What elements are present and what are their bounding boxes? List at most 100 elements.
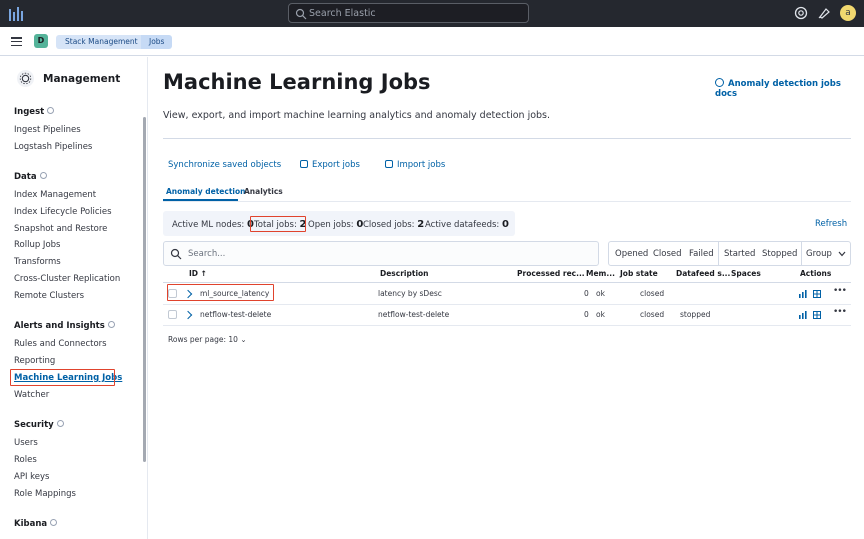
sidebar-item-api-keys[interactable]: API keys bbox=[14, 472, 49, 482]
info-icon bbox=[47, 107, 55, 114]
row-checkbox[interactable] bbox=[168, 310, 177, 319]
lifebuoy-icon bbox=[715, 78, 724, 87]
tab-anomaly-detection[interactable]: Anomaly detection bbox=[166, 187, 245, 196]
sidebar-item-snapshot-restore[interactable]: Snapshot and Restore bbox=[14, 224, 107, 234]
top-header: Search Elastic a bbox=[0, 0, 864, 27]
search-icon bbox=[295, 8, 307, 20]
row-divider bbox=[163, 325, 851, 326]
expand-row-chevron-icon[interactable] bbox=[183, 310, 193, 320]
sidebar-item-ingest-pipelines[interactable]: Ingest Pipelines bbox=[14, 125, 81, 135]
sidebar-item-roles[interactable]: Roles bbox=[14, 455, 37, 465]
filter-button-group: Opened Closed Failed Started Stopped Gro… bbox=[608, 241, 851, 266]
tab-analytics[interactable]: Analytics bbox=[244, 187, 283, 196]
sidebar-item-users[interactable]: Users bbox=[14, 438, 38, 448]
export-jobs-link[interactable]: Export jobs bbox=[300, 160, 360, 170]
filter-failed[interactable]: Failed bbox=[689, 249, 714, 259]
col-memory[interactable]: Mem... bbox=[586, 269, 615, 278]
col-id[interactable]: ID ↑ bbox=[189, 269, 207, 278]
job-processed-records: 0 bbox=[584, 310, 589, 319]
highlight-box bbox=[167, 284, 274, 301]
filter-closed[interactable]: Closed bbox=[653, 249, 682, 259]
jobs-search-input[interactable]: Search... bbox=[163, 241, 599, 266]
anomaly-explorer-icon[interactable] bbox=[813, 290, 821, 298]
sidebar-item-role-mappings[interactable]: Role Mappings bbox=[14, 489, 76, 499]
job-memory-status: ok bbox=[596, 289, 605, 298]
col-job-state[interactable]: Job state bbox=[620, 269, 658, 278]
docs-link[interactable]: Anomaly detection jobs docs bbox=[715, 78, 864, 99]
job-description: netflow-test-delete bbox=[378, 310, 450, 319]
stat-active-ml-nodes: Active ML nodes: 0 bbox=[172, 219, 254, 230]
search-placeholder: Search... bbox=[188, 249, 226, 259]
info-icon bbox=[39, 172, 47, 179]
news-feed-icon[interactable] bbox=[817, 6, 831, 20]
breadcrumb-stack-management[interactable]: Stack Management bbox=[56, 35, 147, 49]
job-stats-bar: Active ML nodes: 0 Total jobs: 2 Open jo… bbox=[163, 211, 515, 236]
row-actions-menu-icon[interactable]: ••• bbox=[833, 307, 847, 317]
tabs-divider bbox=[163, 201, 851, 202]
import-icon bbox=[385, 160, 393, 168]
chevron-down-icon bbox=[838, 251, 846, 257]
job-id[interactable]: netflow-test-delete bbox=[200, 310, 271, 319]
rows-per-page-select[interactable]: Rows per page: 10 ⌄ bbox=[168, 335, 247, 344]
job-datafeed-state: stopped bbox=[680, 310, 711, 319]
divider bbox=[163, 138, 851, 139]
import-jobs-link[interactable]: Import jobs bbox=[385, 160, 445, 170]
section-kibana: Kibana bbox=[14, 519, 58, 529]
single-metric-viewer-icon[interactable] bbox=[799, 311, 807, 319]
elastic-logo-icon[interactable] bbox=[8, 5, 26, 22]
sidebar-item-rules-connectors[interactable]: Rules and Connectors bbox=[14, 339, 107, 349]
col-description[interactable]: Description bbox=[380, 269, 429, 278]
sidebar-item-logstash-pipelines[interactable]: Logstash Pipelines bbox=[14, 142, 92, 152]
sidebar-item-index-management[interactable]: Index Management bbox=[14, 190, 96, 200]
anomaly-explorer-icon[interactable] bbox=[813, 311, 821, 319]
stat-closed-jobs: Closed jobs: 2 bbox=[363, 219, 425, 230]
sidebar-item-cross-cluster-replication[interactable]: Cross-Cluster Replication bbox=[14, 274, 120, 284]
sidebar-item-rollup-jobs[interactable]: Rollup Jobs bbox=[14, 240, 60, 250]
refresh-button[interactable]: Refresh bbox=[815, 219, 847, 229]
filter-group[interactable]: Group bbox=[806, 249, 832, 259]
section-security: Security bbox=[14, 420, 64, 430]
col-actions: Actions bbox=[800, 269, 832, 278]
sidebar-item-watcher[interactable]: Watcher bbox=[14, 390, 49, 400]
search-placeholder: Search Elastic bbox=[309, 8, 376, 19]
filter-started[interactable]: Started bbox=[724, 249, 755, 259]
highlight-box bbox=[250, 216, 306, 232]
global-search-input[interactable]: Search Elastic bbox=[288, 3, 529, 23]
info-icon bbox=[50, 519, 58, 526]
table-header-divider bbox=[163, 282, 851, 283]
sidebar-item-transforms[interactable]: Transforms bbox=[14, 257, 61, 267]
sort-up-icon: ↑ bbox=[200, 269, 207, 278]
col-spaces[interactable]: Spaces bbox=[731, 269, 761, 278]
hamburger-menu-icon[interactable] bbox=[11, 37, 22, 47]
filter-opened[interactable]: Opened bbox=[615, 249, 648, 259]
job-processed-records: 0 bbox=[584, 289, 589, 298]
sync-saved-objects-link[interactable]: Synchronize saved objects bbox=[168, 160, 281, 170]
row-divider bbox=[163, 304, 851, 305]
search-icon bbox=[170, 248, 182, 260]
row-actions-menu-icon[interactable]: ••• bbox=[833, 286, 847, 296]
section-alerts-insights: Alerts and Insights bbox=[14, 321, 115, 331]
help-icon[interactable] bbox=[794, 6, 808, 20]
sidebar-title: Management bbox=[43, 73, 121, 85]
page-title: Machine Learning Jobs bbox=[163, 70, 431, 94]
section-ingest: Ingest bbox=[14, 107, 55, 117]
section-data: Data bbox=[14, 172, 47, 182]
filter-stopped[interactable]: Stopped bbox=[762, 249, 797, 259]
sidebar-item-reporting[interactable]: Reporting bbox=[14, 356, 55, 366]
space-avatar[interactable]: D bbox=[34, 34, 48, 48]
stat-active-datafeeds: Active datafeeds: 0 bbox=[425, 219, 509, 230]
info-icon bbox=[107, 321, 115, 328]
col-datafeed-state[interactable]: Datafeed s... bbox=[676, 269, 730, 278]
sidebar-item-remote-clusters[interactable]: Remote Clusters bbox=[14, 291, 84, 301]
job-state: closed bbox=[640, 310, 665, 319]
sidebar-item-index-lifecycle-policies[interactable]: Index Lifecycle Policies bbox=[14, 207, 112, 217]
management-sidebar: Management Ingest Ingest Pipelines Logst… bbox=[0, 57, 148, 539]
col-processed-records[interactable]: Processed rec... bbox=[517, 269, 585, 278]
sidebar-scrollbar[interactable] bbox=[143, 117, 146, 462]
single-metric-viewer-icon[interactable] bbox=[799, 290, 807, 298]
active-tab-indicator bbox=[163, 199, 238, 201]
user-avatar[interactable]: a bbox=[840, 5, 856, 21]
chevron-down-icon: ⌄ bbox=[240, 335, 247, 344]
job-state: closed bbox=[640, 289, 665, 298]
page-description: View, export, and import machine learnin… bbox=[163, 110, 551, 121]
